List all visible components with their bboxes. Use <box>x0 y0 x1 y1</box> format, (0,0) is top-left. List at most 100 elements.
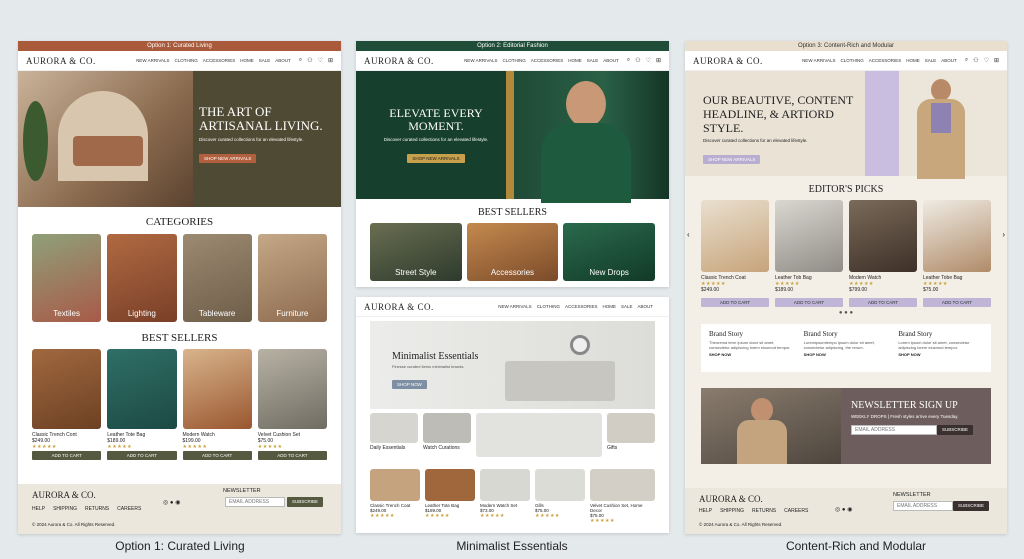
carousel-next-icon[interactable]: › <box>1002 230 1005 239</box>
nav-item[interactable]: ACCESSORIES <box>203 58 236 63</box>
cart-icon[interactable]: ⊞ <box>328 57 333 64</box>
nav-item[interactable]: ABOUT <box>941 58 957 63</box>
add-to-cart-button[interactable]: ADD TO CART <box>107 451 177 460</box>
carousel-prev-icon[interactable]: ‹ <box>687 230 690 239</box>
search-icon[interactable]: ⌕ <box>299 57 302 64</box>
shop-new-arrivals-button[interactable]: SHOP NEW ARRIVALS <box>407 154 465 163</box>
footer-link[interactable]: CAREERS <box>784 508 808 514</box>
nav-item[interactable]: ABOUT <box>637 304 653 309</box>
footer-link[interactable]: HELP <box>699 508 712 514</box>
product-card[interactable]: Leather Tobe Bag ★★★★★ $75.00 ADD TO CART <box>923 200 991 307</box>
heart-icon[interactable]: ♡ <box>646 57 651 64</box>
footer-link[interactable]: RETURNS <box>85 506 109 512</box>
add-to-cart-button[interactable]: ADD TO CART <box>775 298 843 307</box>
email-input[interactable] <box>225 497 285 507</box>
footer-link[interactable]: SHIPPING <box>53 506 77 512</box>
product-card[interactable]: Velvet Cushion Set $75.00 ★★★★★ ADD TO CART <box>257 349 327 460</box>
add-to-cart-button[interactable]: ADD TO CART <box>849 298 917 307</box>
tile-street-style[interactable]: Street Style <box>370 223 462 281</box>
email-input[interactable] <box>851 425 937 435</box>
tile-new-drops[interactable]: New Drops <box>563 223 655 281</box>
nav-item[interactable]: SALE <box>587 58 599 63</box>
nav-item[interactable]: HOME <box>602 304 616 309</box>
product-card[interactable]: Classic Trench Cont $249.00 ★★★★★ ADD TO CA… <box>32 349 102 460</box>
product-card[interactable]: Leather Tote Bag $189.00 ★★★★★ <box>425 469 475 524</box>
add-to-cart-button[interactable]: ADD TO CART <box>182 451 252 460</box>
logo[interactable]: AURORA & CO. <box>26 56 96 66</box>
shop-new-arrivals-button[interactable]: SHOP NEW ARRIVALS <box>199 154 257 163</box>
nav-item[interactable]: ABOUT <box>603 58 619 63</box>
footer-subscribe-button[interactable]: SUBSCRIBE <box>953 501 990 511</box>
subscribe-button[interactable]: SUBSCRIBE <box>287 497 324 507</box>
search-icon[interactable]: ⌕ <box>965 57 968 64</box>
brand-story-card[interactable]: Brand Story Theorema term ipsum dolor sit… <box>709 330 794 366</box>
product-card[interactable]: Modern Watch ★★★★★ $799.00 ADD TO CART <box>849 200 917 307</box>
product-card[interactable]: Classic Trench Coat ★★★★★ $249.00 ADD TO CA… <box>701 200 769 307</box>
cart-icon[interactable]: ⊞ <box>656 57 661 64</box>
shop-now-link[interactable]: SHOP NOW <box>804 352 889 357</box>
social-icon[interactable]: ◎ ● ◉ <box>163 499 180 506</box>
nav-item[interactable]: ACCESSORIES <box>869 58 902 63</box>
footer-link[interactable]: RETURNS <box>752 508 776 514</box>
category-tableware[interactable]: Tableware <box>182 234 252 322</box>
tile-watch-curations[interactable]: Watch Curations <box>423 413 471 459</box>
logo[interactable]: AURORA & CO. <box>693 56 763 66</box>
product-card[interactable]: Classic Trench Coat $249.00 ★★★★★ <box>370 469 420 524</box>
user-icon[interactable]: ⚇ <box>635 57 640 64</box>
shop-now-button[interactable]: SHOP NOW <box>392 380 427 389</box>
shop-new-arrivals-button[interactable]: SHOP NEW ARRIVALS <box>703 155 761 164</box>
footer-link[interactable]: HELP <box>32 506 45 512</box>
logo[interactable]: AURORA & CO. <box>364 56 434 66</box>
nav-item[interactable]: NEW ARRIVALS <box>802 58 835 63</box>
nav-item[interactable]: HOME <box>568 58 582 63</box>
nav-item[interactable]: CLOTHING <box>503 58 526 63</box>
add-to-cart-button[interactable]: ADD TO CART <box>923 298 991 307</box>
user-icon[interactable]: ⚇ <box>307 57 312 64</box>
category-furniture[interactable]: Furniture <box>257 234 327 322</box>
heart-icon[interactable]: ♡ <box>984 57 989 64</box>
tile-accessories[interactable]: Accessories <box>466 223 559 281</box>
brand-story-card[interactable]: Brand Story Lorem ipsum dolor sit amet, c… <box>898 330 983 366</box>
product-card[interactable]: Gills $75.00 ★★★★★ <box>535 469 585 524</box>
nav-item[interactable]: SALE <box>925 58 937 63</box>
category-textiles[interactable]: Textiles <box>32 234 102 322</box>
add-to-cart-button[interactable]: ADD TO CART <box>257 451 327 460</box>
add-to-cart-button[interactable]: ADD TO CART <box>32 451 102 460</box>
nav-item[interactable]: CLOTHING <box>841 58 864 63</box>
brand-story-card[interactable]: Brand Story Loremipsumtempo ipsum dolor s… <box>804 330 889 366</box>
tile-daily-essentials[interactable]: Daily Essentials <box>370 413 418 459</box>
heart-icon[interactable]: ♡ <box>318 57 323 64</box>
nav-item[interactable]: ABOUT <box>275 58 291 63</box>
nav-item[interactable]: NEW ARRIVALS <box>498 304 531 309</box>
subscribe-button[interactable]: SUBSCRIBE <box>937 425 974 435</box>
footer-link[interactable]: SHIPPING <box>720 508 744 514</box>
search-icon[interactable]: ⌕ <box>627 57 630 64</box>
shop-now-link[interactable]: SHOP NOW <box>709 352 794 357</box>
social-icon[interactable]: ◎ ● ◉ <box>835 506 852 513</box>
footer-link[interactable]: CAREERS <box>117 506 141 512</box>
tile-gifts[interactable]: Gifts <box>607 413 655 459</box>
nav-item[interactable]: HOME <box>906 58 920 63</box>
nav-item[interactable]: NEW ARRIVALS <box>464 58 497 63</box>
product-card[interactable]: Modern Watch Set $73.00 ★★★★★ <box>480 469 530 524</box>
nav-item[interactable]: NEW ARRIVALS <box>136 58 169 63</box>
nav-item[interactable]: ACCESSORIES <box>565 304 598 309</box>
category-lighting[interactable]: Lighting <box>107 234 177 322</box>
user-icon[interactable]: ⚇ <box>973 57 978 64</box>
nav-item[interactable]: HOME <box>240 58 254 63</box>
carousel-dots[interactable]: ● ● ● <box>685 310 1007 316</box>
footer-email-input[interactable] <box>893 501 953 511</box>
nav-item[interactable]: CLOTHING <box>537 304 560 309</box>
nav-item[interactable]: SALE <box>621 304 633 309</box>
tile-feature[interactable] <box>476 413 602 459</box>
shop-now-link[interactable]: SHOP NOW <box>898 352 983 357</box>
logo[interactable]: AURORA & CO. <box>364 302 434 312</box>
product-card[interactable]: Leather Tob Bag ★★★★★ $189.00 ADD TO CART <box>775 200 843 307</box>
product-card[interactable]: Leather Tote Bag $189.00 ★★★★★ ADD TO CART <box>107 349 177 460</box>
add-to-cart-button[interactable]: ADD TO CART <box>701 298 769 307</box>
product-card[interactable]: Modern Watch $199.00 ★★★★★ ADD TO CART <box>182 349 252 460</box>
product-card[interactable]: Velvet Cushion Set, Home Decor $75.00 ★★★★… <box>590 469 655 524</box>
nav-item[interactable]: SALE <box>259 58 271 63</box>
nav-item[interactable]: CLOTHING <box>175 58 198 63</box>
nav-item[interactable]: ACCESSORIES <box>531 58 564 63</box>
